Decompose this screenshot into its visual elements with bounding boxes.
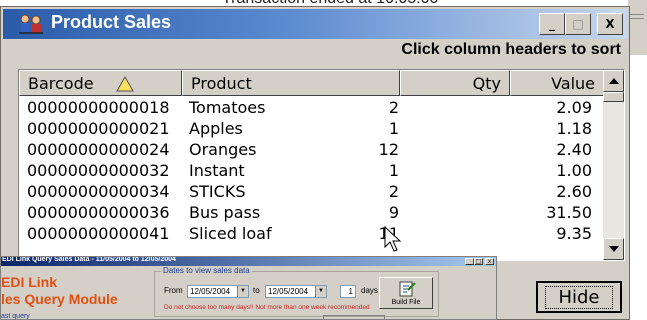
list-row[interactable]: 00000000000018 Tomatoes 2 2.09 (19, 97, 604, 118)
days-value: 1 (348, 287, 353, 296)
sort-hint: Click column headers to sort (401, 41, 621, 58)
arrow-up-icon (608, 78, 619, 84)
minimize-icon: _ (468, 258, 471, 265)
sort-ascending-icon (116, 76, 134, 92)
close-icon: X (605, 17, 615, 31)
maximize-button[interactable]: □ (565, 13, 591, 35)
edi-link-window: EDI Link Query Sales Data - 11/05/2004 t… (0, 256, 497, 320)
barcode-cell: 00000000000036 (27, 203, 170, 222)
column-header-qty[interactable]: Qty (400, 70, 510, 96)
edi-close-button[interactable]: x (485, 258, 494, 265)
product-cell: Instant (189, 161, 245, 180)
column-header-label: Barcode (28, 74, 94, 93)
list-row[interactable]: 00000000000036 Bus pass 9 31.50 (19, 202, 604, 223)
barcode-cell: 00000000000018 (27, 98, 170, 117)
value-cell: 9.35 (556, 224, 592, 243)
column-header-label: Qty (472, 74, 501, 93)
column-header-label: Product (191, 74, 252, 93)
background-window-edge (627, 0, 647, 55)
days-input[interactable]: 1 (340, 285, 356, 298)
maximize-icon: □ (572, 17, 584, 31)
from-date-picker[interactable]: 12/05/2004 ▼ (187, 285, 249, 298)
edi-query-label: ast query (1, 313, 30, 320)
hide-button-label: Hide (545, 285, 613, 309)
barcode-cell: 00000000000041 (27, 224, 170, 243)
list-row[interactable]: 00000000000032 Instant 1 1.00 (19, 160, 604, 181)
product-cell: Bus pass (189, 203, 261, 222)
edi-field-edge (323, 315, 385, 319)
mouse-cursor-icon (384, 226, 402, 252)
vertical-scrollbar[interactable] (603, 70, 624, 260)
barcode-cell: 00000000000032 (27, 161, 170, 180)
value-cell: 1.00 (556, 161, 592, 180)
maximize-icon: □ (475, 258, 482, 265)
scroll-thumb[interactable] (603, 92, 624, 102)
sales-list-view[interactable]: Barcode Product Qty Value 00000000000018… (18, 69, 625, 261)
scroll-up-button[interactable] (603, 70, 624, 92)
product-cell: Apples (189, 119, 243, 138)
barcode-cell: 00000000000024 (27, 140, 170, 159)
edi-title-bar[interactable]: EDI Link Query Sales Data - 11/05/2004 t… (1, 257, 496, 266)
hide-button[interactable]: Hide (536, 281, 622, 313)
close-button[interactable]: X (597, 13, 623, 35)
to-date-picker[interactable]: 12/05/2004 ▼ (265, 285, 327, 298)
minimize-button[interactable]: _ (539, 13, 565, 35)
chevron-down-icon[interactable]: ▼ (315, 286, 326, 297)
value-cell: 1.18 (556, 119, 592, 138)
edi-brand-subtitle: les Query Module (1, 291, 118, 307)
edi-window-title: EDI Link Query Sales Data - 11/05/2004 t… (2, 256, 176, 263)
days-label: days (361, 286, 378, 295)
qty-cell: 2 (388, 182, 399, 201)
list-row[interactable]: 00000000000034 STICKS 2 2.60 (19, 181, 604, 202)
build-file-button[interactable]: Build File (379, 277, 433, 309)
edi-maximize-button[interactable]: □ (474, 258, 483, 265)
list-row[interactable]: 00000000000021 Apples 1 1.18 (19, 118, 604, 139)
date-range-warning: Do not choose too many days!! Not more t… (164, 304, 370, 311)
to-date-value: 12/05/2004 (268, 287, 309, 296)
build-file-icon (399, 281, 416, 297)
column-header-product[interactable]: Product (182, 70, 400, 96)
column-header-barcode[interactable]: Barcode (19, 70, 182, 96)
build-file-label: Build File (391, 299, 421, 306)
edi-brand-title: EDI Link (1, 274, 58, 290)
people-cart-icon (19, 14, 43, 34)
qty-cell: 1 (388, 119, 399, 138)
chevron-down-icon[interactable]: ▼ (237, 286, 248, 297)
list-row[interactable]: 00000000000024 Oranges 12 2.40 (19, 139, 604, 160)
barcode-cell: 00000000000021 (27, 119, 170, 138)
qty-cell: 1 (388, 161, 399, 180)
qty-cell: 9 (388, 203, 399, 222)
value-cell: 2.60 (556, 182, 592, 201)
list-row[interactable]: 00000000000041 Sliced loaf 11 9.35 (19, 223, 604, 244)
product-cell: STICKS (189, 182, 246, 201)
dates-legend: Dates to view sales data (161, 266, 252, 275)
to-label: to (253, 286, 260, 295)
from-date-value: 12/05/2004 (190, 287, 231, 296)
value-cell: 31.50 (546, 203, 592, 222)
barcode-cell: 00000000000034 (27, 182, 170, 201)
close-icon: x (487, 258, 492, 265)
arrow-down-icon (608, 246, 619, 252)
window-title: Product Sales (51, 12, 172, 32)
product-cell: Sliced loaf (189, 224, 272, 243)
qty-cell: 2 (388, 98, 399, 117)
minimize-icon: _ (549, 17, 555, 31)
product-cell: Tomatoes (189, 98, 266, 117)
edi-minimize-button[interactable]: _ (465, 258, 474, 265)
product-cell: Oranges (189, 140, 257, 159)
from-label: From (164, 286, 183, 295)
value-cell: 2.40 (556, 140, 592, 159)
column-headers: Barcode Product Qty Value (19, 70, 604, 96)
title-bar[interactable]: Product Sales _ □ X (3, 9, 627, 39)
column-header-label: Value (551, 74, 595, 93)
value-cell: 2.09 (556, 98, 592, 117)
qty-cell: 12 (378, 140, 399, 159)
scroll-down-button[interactable] (603, 238, 624, 260)
column-header-value[interactable]: Value (510, 70, 604, 96)
